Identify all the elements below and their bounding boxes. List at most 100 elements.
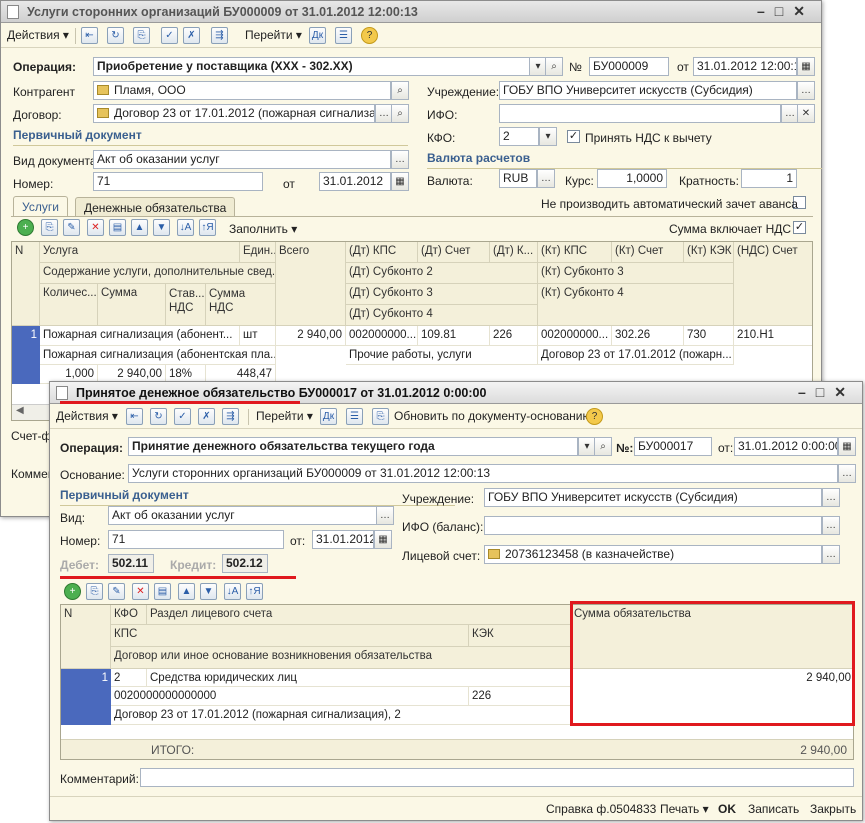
goto-menu[interactable]: Перейти ▾ [245,28,302,42]
refresh-icon[interactable]: ↻ [107,27,124,44]
actions-menu[interactable]: Действия ▾ [7,28,69,42]
col-vat-account[interactable]: (НДС) Счет [734,242,812,326]
col-kek[interactable]: КЭК [469,625,571,647]
dt-kt-icon[interactable]: Дк [320,408,337,425]
tab-money-obligations[interactable]: Денежные обязательства [75,197,236,217]
refresh-by-basis-button[interactable]: Обновить по документу-основанию [394,409,592,423]
col-service[interactable]: Услуга [40,242,240,263]
end-edit-icon[interactable]: ▤ [109,219,126,236]
col-unit[interactable]: Един... [240,242,276,263]
institution-field[interactable]: ГОБУ ВПО Университет искусств (Субсидия) [484,488,822,507]
cell-service[interactable]: Пожарная сигнализация (абонент... [40,326,240,346]
cell-unit[interactable]: шт [240,326,276,346]
move-down-icon[interactable]: ▼ [200,583,217,600]
copy-row-icon[interactable]: ⎘ [86,583,103,600]
edit-icon[interactable]: ✎ [63,219,80,236]
col-kt-kps[interactable]: (Кт) КПС [538,242,612,263]
unpost-icon[interactable]: ✗ [183,27,200,44]
col-kt-kek[interactable]: (Кт) КЭК [684,242,734,263]
back-icon[interactable]: ⇤ [126,408,143,425]
edit-icon[interactable]: ✎ [108,583,125,600]
col-content[interactable]: Содержание услуги, дополнительные свед..… [40,263,276,284]
print-menu[interactable]: Печать ▾ [660,802,709,816]
sort-asc-icon[interactable]: ↓A [224,583,241,600]
cell-dt-kps[interactable]: 002000000... [346,326,418,346]
currency-field[interactable]: RUB [499,169,537,188]
cell-kt-kps[interactable]: 002000000... [538,326,612,346]
end-edit-icon[interactable]: ▤ [154,583,171,600]
dt-kt-icon[interactable]: Дк [309,27,326,44]
post-icon[interactable]: ✓ [174,408,191,425]
kind-select-icon[interactable]: … [376,506,394,525]
window-controls[interactable]: –□✕ [798,384,856,401]
col-kps[interactable]: КПС [111,625,469,647]
cell-dt-account[interactable]: 109.81 [418,326,490,346]
date-field[interactable]: 31.01.2012 12:00:13 [693,57,797,76]
basis-select-icon[interactable]: … [838,464,856,483]
col-dt-kps[interactable]: (Дт) КПС [346,242,418,263]
sort-asc-icon[interactable]: ↓A [177,219,194,236]
fill-menu[interactable]: Заполнить ▾ [229,222,297,236]
move-up-icon[interactable]: ▲ [178,583,195,600]
cell-dt-k[interactable]: 226 [490,326,538,346]
cell-kt-kek[interactable]: 730 [684,326,734,346]
sum-includes-vat-checkbox[interactable]: ✓ [793,221,806,234]
refresh-basis-icon[interactable]: ⎘ [372,408,389,425]
col-dt-subconto2[interactable]: (Дт) Субконто 2 [346,263,538,284]
goto-menu[interactable]: Перейти ▾ [256,409,313,423]
col-total[interactable]: Всего [276,242,346,326]
ifo-field[interactable] [484,516,822,535]
contract-search-icon[interactable]: ⌕ [391,104,409,123]
col-dt-subconto3[interactable]: (Дт) Субконто 3 [346,284,538,305]
number-field[interactable]: БУ000009 [589,57,669,76]
doc-date-field[interactable]: 31.01.2012 [312,530,374,549]
report-icon[interactable]: ☰ [335,27,352,44]
col-vat-rate[interactable]: Став... НДС [166,284,206,326]
doc-type-field[interactable]: Акт об оказании услуг [93,150,391,169]
contract-field[interactable]: Договор 23 от 17.01.2012 (пожарная сигна… [93,104,375,123]
doc-number-field[interactable]: 71 [108,530,284,549]
create-based-icon[interactable]: ⇶ [211,27,228,44]
post-icon[interactable]: ✓ [161,27,178,44]
col-dt-k[interactable]: (Дт) К... [490,242,538,263]
copy-icon[interactable]: ⎘ [133,27,150,44]
col-contract[interactable]: Договор или иное основание возникновения… [111,647,571,669]
kind-field[interactable]: Акт об оказании услуг [108,506,378,525]
col-n[interactable]: N [12,242,40,326]
help-icon[interactable]: ? [586,408,603,425]
multiplicity-field[interactable]: 1 [741,169,797,188]
actions-menu[interactable]: Действия ▾ [56,409,118,423]
comment-field[interactable] [140,768,854,787]
institution-select-icon[interactable]: … [822,488,840,507]
cell-contract[interactable]: Договор 23 от 17.01.2012 (пожарная сигна… [111,706,571,725]
col-kt-subconto4[interactable]: (Кт) Субконто 4 [538,284,734,326]
institution-field[interactable]: ГОБУ ВПО Университет искусств (Субсидия) [499,81,797,100]
close-button[interactable]: Закрыть [810,802,856,816]
kfo-field[interactable]: 2 [499,127,539,146]
cell-total[interactable]: 2 940,00 [276,326,346,346]
move-up-icon[interactable]: ▲ [131,219,148,236]
operation-field[interactable]: Приобретение у поставщика (XXX - 302.XX) [93,57,545,76]
tab-services[interactable]: Услуги [13,196,68,217]
operation-search-icon[interactable]: ⌕ [594,437,612,456]
cell-content[interactable]: Пожарная сигнализация (абонентская пла..… [40,346,276,365]
cell-section[interactable]: Средства юридических лиц [147,669,571,687]
number-field[interactable]: БУ000017 [634,437,712,456]
col-dt-subconto4[interactable]: (Дт) Субконто 4 [346,305,538,326]
kfo-dropdown-icon[interactable]: ▾ [539,127,557,146]
account-select-icon[interactable]: … [822,545,840,564]
col-kfo[interactable]: КФО [111,605,147,625]
calendar-icon[interactable]: ▦ [797,57,815,76]
col-vat-sum[interactable]: Сумма НДС [206,284,276,326]
copy-row-icon[interactable]: ⎘ [41,219,58,236]
institution-select-icon[interactable]: … [797,81,815,100]
cell-kek[interactable]: 226 [469,687,571,706]
calendar-icon[interactable]: ▦ [374,530,392,549]
col-n[interactable]: N [61,605,111,669]
refresh-icon[interactable]: ↻ [150,408,167,425]
account-field[interactable]: 20736123458 (в казначействе) [484,545,822,564]
add-icon[interactable]: + [64,583,81,600]
help-icon[interactable]: ? [361,27,378,44]
col-dt-account[interactable]: (Дт) Счет [418,242,490,263]
operation-search-icon[interactable]: ⌕ [545,57,563,76]
